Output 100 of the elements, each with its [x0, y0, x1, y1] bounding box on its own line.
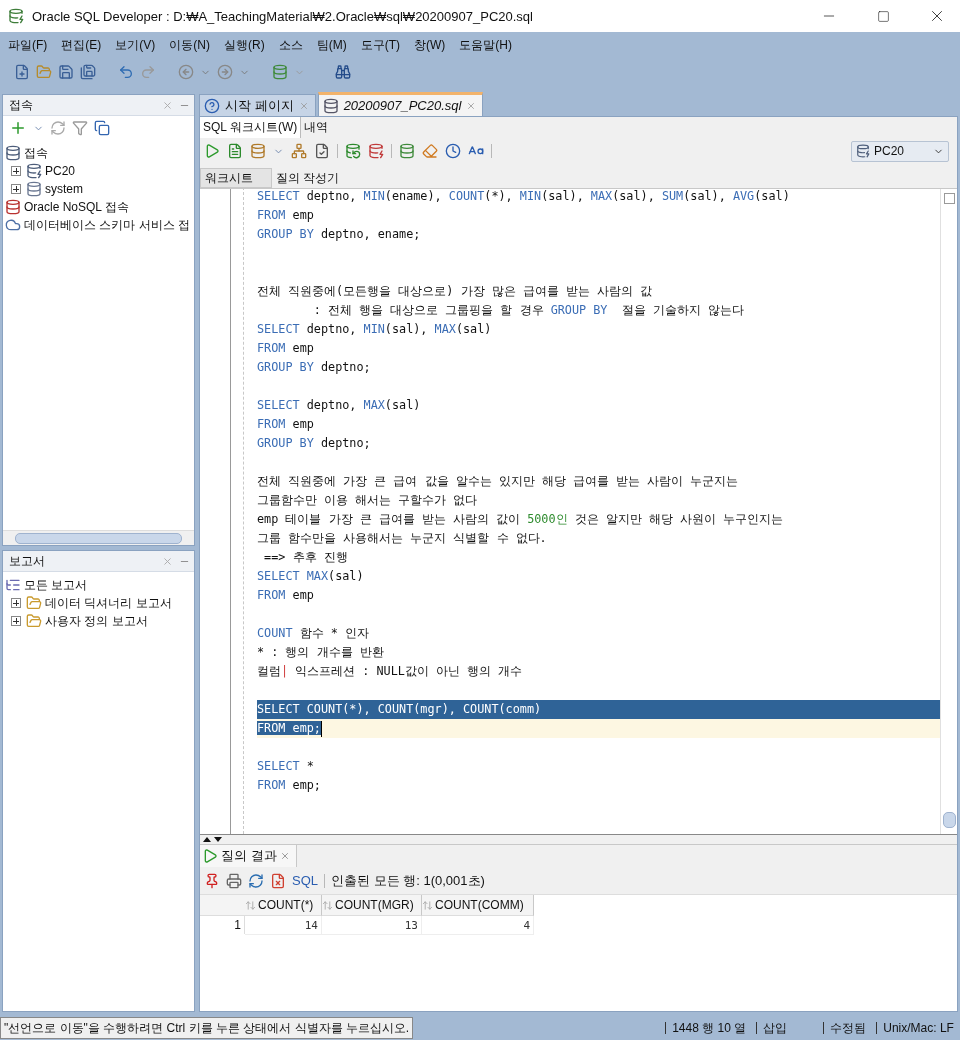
sql-keyword: SELECT COUNT	[257, 702, 343, 716]
eraser-icon[interactable]	[422, 143, 438, 159]
sub-tab[interactable]: 내역	[301, 117, 332, 138]
code-text: deptno,	[305, 398, 358, 412]
code-text: 그룹 함수만을 사용해서는 누군지 식별할 수 없다.	[257, 531, 547, 545]
run-icon	[202, 848, 218, 864]
sql-keyword: FROM	[257, 417, 286, 431]
sql-tuning-icon[interactable]	[314, 143, 330, 159]
filter-icon[interactable]	[72, 120, 88, 136]
tree-item[interactable]: Oracle NoSQL 접속	[24, 198, 129, 216]
sql-keyword: SELECT	[257, 759, 300, 773]
results-tab[interactable]: 질의 결과	[200, 845, 297, 867]
column-header[interactable]: COUNT(*)	[245, 895, 322, 916]
document-tab[interactable]: 20200907_PC20.sql	[317, 92, 484, 116]
code-text: 것은 알지만 해당 사원이 누구인지는	[573, 512, 784, 526]
sub-tab[interactable]: SQL 워크시트(W)	[200, 117, 302, 138]
sql-keyword: FROM	[257, 588, 286, 602]
menu-item[interactable]: 팀(M)	[316, 36, 347, 54]
tree-item[interactable]: 모든 보고서	[24, 576, 88, 594]
expand-toggle[interactable]	[11, 166, 21, 176]
refresh-icon[interactable]	[248, 872, 264, 889]
printer-icon[interactable]	[226, 872, 242, 889]
save-icon[interactable]	[58, 64, 74, 80]
sql-keyword: MAX	[590, 189, 613, 203]
code-text: (sal)	[328, 569, 364, 583]
menu-item[interactable]: 창(W)	[414, 36, 446, 54]
undo-icon[interactable]	[118, 64, 134, 80]
sql-keyword: SELECT MAX	[257, 569, 329, 583]
save-all-icon[interactable]	[80, 64, 96, 80]
expand-toggle[interactable]	[11, 184, 21, 194]
expand-toggle[interactable]	[11, 616, 21, 626]
folder-icon	[26, 613, 42, 629]
database-icon	[5, 145, 21, 161]
code-text: (sal)	[754, 189, 790, 203]
run-script-icon[interactable]	[227, 143, 243, 159]
tree-item[interactable]: PC20	[45, 164, 76, 178]
code-text: emp	[291, 588, 314, 602]
document-tab[interactable]: 시작 페이지	[199, 94, 316, 116]
menu-item[interactable]: 실행(R)	[224, 36, 265, 54]
connection-selector[interactable]: PC20	[851, 140, 949, 162]
menu-item[interactable]: 보기(V)	[115, 36, 156, 54]
expand-toggle[interactable]	[11, 598, 21, 608]
database-icon	[26, 181, 42, 197]
autotrace-icon[interactable]	[250, 143, 266, 159]
vertical-scrollbar[interactable]	[940, 189, 957, 834]
tree-item[interactable]: 사용자 정의 보고서	[45, 612, 148, 630]
commit-icon[interactable]	[345, 143, 361, 159]
sql-keyword: MIN	[363, 189, 385, 203]
tree-item[interactable]: 데이터베이스 스키마 서비스 접	[24, 216, 190, 234]
sort-icon	[422, 899, 433, 911]
table-cell: 14	[245, 916, 322, 935]
column-header[interactable]: COUNT(COMM)	[422, 895, 534, 916]
code-text: (comm)	[498, 702, 542, 716]
windows-icon[interactable]	[94, 120, 110, 136]
code-text: emp	[291, 341, 314, 355]
code-text: deptno;	[319, 360, 371, 374]
menu-item[interactable]: 이동(N)	[169, 36, 210, 54]
binoculars-icon[interactable]	[335, 64, 351, 80]
pin-icon[interactable]	[204, 872, 220, 889]
maximize-icon[interactable]	[876, 9, 890, 23]
delete-icon[interactable]	[270, 872, 286, 889]
refresh-icon[interactable]	[50, 120, 66, 136]
history-icon[interactable]	[445, 143, 461, 159]
tab-label: 질의 결과	[221, 847, 277, 865]
rollback-icon[interactable]	[368, 143, 384, 159]
menu-item[interactable]: 도움말(H)	[459, 36, 512, 54]
status-item: 수정됨	[823, 1022, 873, 1034]
sql-keyword: GROUP BY	[257, 360, 314, 374]
tree-item[interactable]: 데이터 딕셔너리 보고서	[45, 594, 172, 612]
database-icon	[26, 163, 42, 179]
tab-label: 20200907_PC20.sql	[343, 98, 462, 113]
menu-item[interactable]: 도구(T)	[360, 36, 400, 54]
sql-keyword: GROUP BY	[257, 227, 314, 241]
code-text: deptno,	[305, 322, 358, 336]
worksheet-tab[interactable]: 워크시트	[200, 168, 272, 188]
menu-item[interactable]: 파일(F)	[8, 36, 48, 54]
tree-item[interactable]: 접속	[24, 144, 48, 162]
sql-worksheet-icon[interactable]	[272, 64, 288, 80]
worksheet-tab[interactable]: 질의 작성기	[272, 168, 358, 188]
forward-icon[interactable]	[217, 64, 233, 80]
run-icon[interactable]	[204, 143, 220, 159]
code-editor[interactable]	[243, 189, 940, 834]
new-file-icon[interactable]	[14, 64, 30, 80]
sql-link[interactable]: SQL	[292, 873, 318, 888]
column-header[interactable]: COUNT(MGR)	[322, 895, 422, 916]
code-text: emp 테이블 가장 큰 급여를 받는 사람의 값이	[257, 512, 522, 526]
add-icon[interactable]	[9, 119, 27, 137]
back-icon[interactable]	[178, 64, 194, 80]
menu-item[interactable]: 소스	[278, 36, 303, 54]
menu-item[interactable]: 편집(E)	[61, 36, 102, 54]
connection-name: PC20	[874, 144, 906, 158]
code-text: * : 행의 개수를 반환	[257, 645, 384, 659]
sql-worksheet-icon[interactable]	[399, 143, 415, 159]
tree-item[interactable]: system	[45, 182, 83, 196]
sql-keyword: COUNT	[377, 702, 414, 716]
code-text: (sal),	[683, 189, 727, 203]
splitter-handle[interactable]	[200, 834, 957, 844]
code-text: (sal)	[455, 322, 492, 336]
explain-plan-icon[interactable]	[291, 143, 307, 159]
horizontal-scrollbar[interactable]	[3, 530, 194, 545]
